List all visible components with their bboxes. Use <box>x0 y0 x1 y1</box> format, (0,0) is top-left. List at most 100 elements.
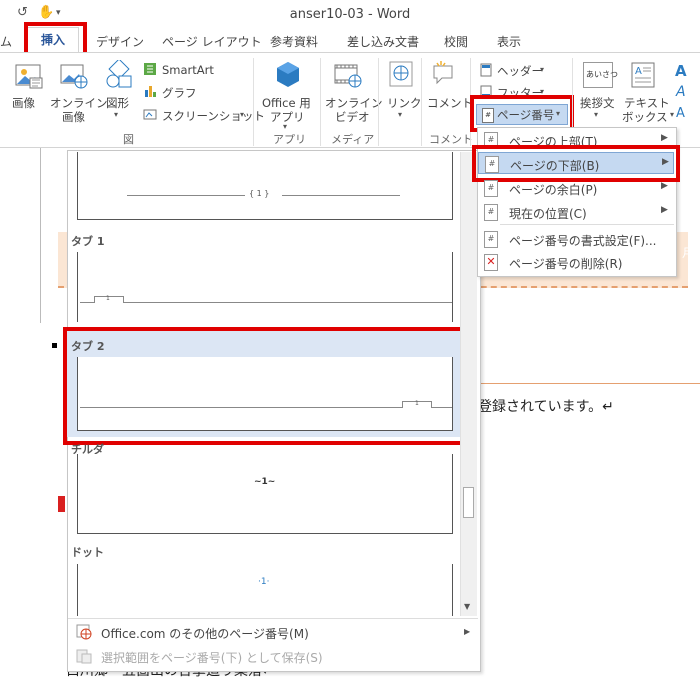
drop-cap-icon[interactable]: A <box>676 106 685 121</box>
online-picture-button[interactable] <box>59 62 89 90</box>
page-icon: # <box>484 204 498 221</box>
comment-button[interactable] <box>431 60 457 88</box>
section-title-dot: ドット <box>71 546 104 559</box>
preview-number: ~1~ <box>254 477 276 487</box>
tab-review[interactable]: 校閲 <box>444 33 468 50</box>
tab-references[interactable]: 参考資料 <box>270 33 318 50</box>
office-apps-button[interactable] <box>274 60 302 90</box>
comment-icon <box>433 61 453 85</box>
submenu-arrow-icon: ▶ <box>661 181 668 191</box>
office-com-icon <box>76 624 92 640</box>
save-selection-menu-item: 選択範囲をページ番号(下) として保存(S) <box>101 651 323 665</box>
submenu-arrow-icon: ▶ <box>661 205 668 215</box>
scroll-down-icon[interactable]: ▼ <box>464 602 470 611</box>
group-comment-label: コメント <box>429 133 473 146</box>
ribbon-separator <box>320 58 321 146</box>
gallery-scrollbar[interactable] <box>460 152 477 616</box>
link-dropdown-icon: ▾ <box>398 110 403 119</box>
preview-number: { 1 } <box>249 189 270 198</box>
menu-item-format-page-numbers[interactable]: # ページ番号の書式設定(F)... <box>478 228 674 250</box>
preview-line <box>282 195 400 196</box>
greeting-icon-text: あいさつ <box>586 70 618 79</box>
shapes-button[interactable] <box>104 58 134 90</box>
svg-text:A: A <box>635 66 642 77</box>
greeting-label: 挨拶文 <box>580 96 615 110</box>
tab-page-layout[interactable]: ページ レイアウト <box>162 33 262 50</box>
screenshot-icon <box>143 107 157 121</box>
office-apps-icon <box>277 62 299 87</box>
textbox-icon: A <box>631 62 655 88</box>
online-picture-label-1: オンライン <box>50 96 108 110</box>
greeting-dropdown-icon: ▾ <box>594 110 599 119</box>
textbox-button[interactable]: A <box>630 61 656 89</box>
textbox-label-2: ボックス <box>622 110 668 124</box>
office-apps-label-1: Office 用 <box>262 96 311 110</box>
insert-tab-highlight <box>24 22 87 56</box>
ribbon-separator <box>253 58 254 146</box>
menu-separator <box>500 224 674 225</box>
submenu-arrow-icon: ▶ <box>464 627 471 636</box>
tab-mailings[interactable]: 差し込み文書 <box>347 33 419 50</box>
office-apps-dropdown-icon: ▾ <box>283 122 288 131</box>
window-title: anser10-03 - Word <box>289 7 411 22</box>
link-icon <box>389 61 413 87</box>
gallery-item-dot[interactable] <box>77 564 453 616</box>
tab2-highlight <box>63 327 467 445</box>
quick-parts-icon[interactable]: A <box>675 62 687 80</box>
gallery-divider <box>68 618 478 619</box>
textbox-dropdown-icon: ▾ <box>670 110 675 119</box>
header-button[interactable]: ヘッダー <box>497 63 543 79</box>
online-picture-label-2: 画像 <box>62 110 85 124</box>
page-icon: # <box>484 180 498 197</box>
online-video-label-1: オンライン <box>325 96 383 110</box>
ribbon-separator <box>421 58 422 146</box>
smartart-button[interactable]: SmartArt <box>162 63 214 77</box>
online-video-button[interactable] <box>333 61 363 89</box>
picture-button[interactable] <box>14 62 44 90</box>
picture-label: 画像 <box>12 96 35 110</box>
menu-item-remove-page-numbers[interactable]: ✕ ページ番号の削除(R) <box>478 251 674 273</box>
group-illustrations-label: 図 <box>123 133 134 146</box>
online-video-label-2: ビデオ <box>335 110 370 124</box>
office-apps-label-2: アプリ <box>270 110 305 124</box>
group-media-label: メディア <box>331 133 375 146</box>
ribbon-separator <box>378 58 379 146</box>
comment-label: コメント <box>427 96 473 110</box>
bullet <box>52 343 57 348</box>
gallery-item-plain-number-3[interactable] <box>77 152 453 220</box>
shapes-icon <box>106 58 132 88</box>
tab-design[interactable]: デザイン <box>96 33 144 50</box>
screenshot-button[interactable]: スクリーンショット <box>162 108 265 124</box>
gallery-item-tilde[interactable] <box>77 454 453 534</box>
group-apps-label: アプリ <box>273 133 306 146</box>
tab-view[interactable]: 表示 <box>497 33 521 50</box>
red-marker <box>58 496 65 512</box>
menu-item-current-position[interactable]: # 現在の位置(C) ▶ <box>478 201 674 223</box>
gallery-item-tab1[interactable] <box>77 252 453 322</box>
picture-icon <box>15 64 43 89</box>
preview-line <box>127 195 245 196</box>
preview-line <box>80 302 94 303</box>
wordart-icon[interactable]: A <box>676 84 686 100</box>
document-text-line: 登録されています。↵ <box>478 399 614 415</box>
chart-button[interactable]: グラフ <box>162 85 197 101</box>
format-page-number-icon: # <box>484 231 498 248</box>
more-from-office-menu-item[interactable]: Office.com のその他のページ番号(M) <box>101 625 309 642</box>
menu-item-page-margins[interactable]: # ページの余白(P) ▶ <box>478 177 674 199</box>
online-picture-icon <box>60 64 88 89</box>
preview-line <box>124 302 452 303</box>
preview-number: 1 <box>106 295 110 302</box>
header-shape-text: 月 <box>682 246 695 260</box>
screenshot-dropdown-icon: ▾ <box>240 110 245 119</box>
scrollbar-thumb[interactable] <box>463 487 474 518</box>
header-dropdown-icon: ▾ <box>540 65 545 74</box>
tab-home[interactable]: ム <box>0 33 12 50</box>
divider-line <box>478 383 700 384</box>
save-selection-icon <box>76 648 92 664</box>
smartart-icon <box>143 62 157 76</box>
section-title-tab1: タブ 1 <box>71 235 105 248</box>
margin-guide <box>40 148 42 323</box>
header-icon <box>480 63 492 77</box>
remove-page-number-icon: ✕ <box>484 254 498 271</box>
link-button[interactable] <box>389 60 413 90</box>
